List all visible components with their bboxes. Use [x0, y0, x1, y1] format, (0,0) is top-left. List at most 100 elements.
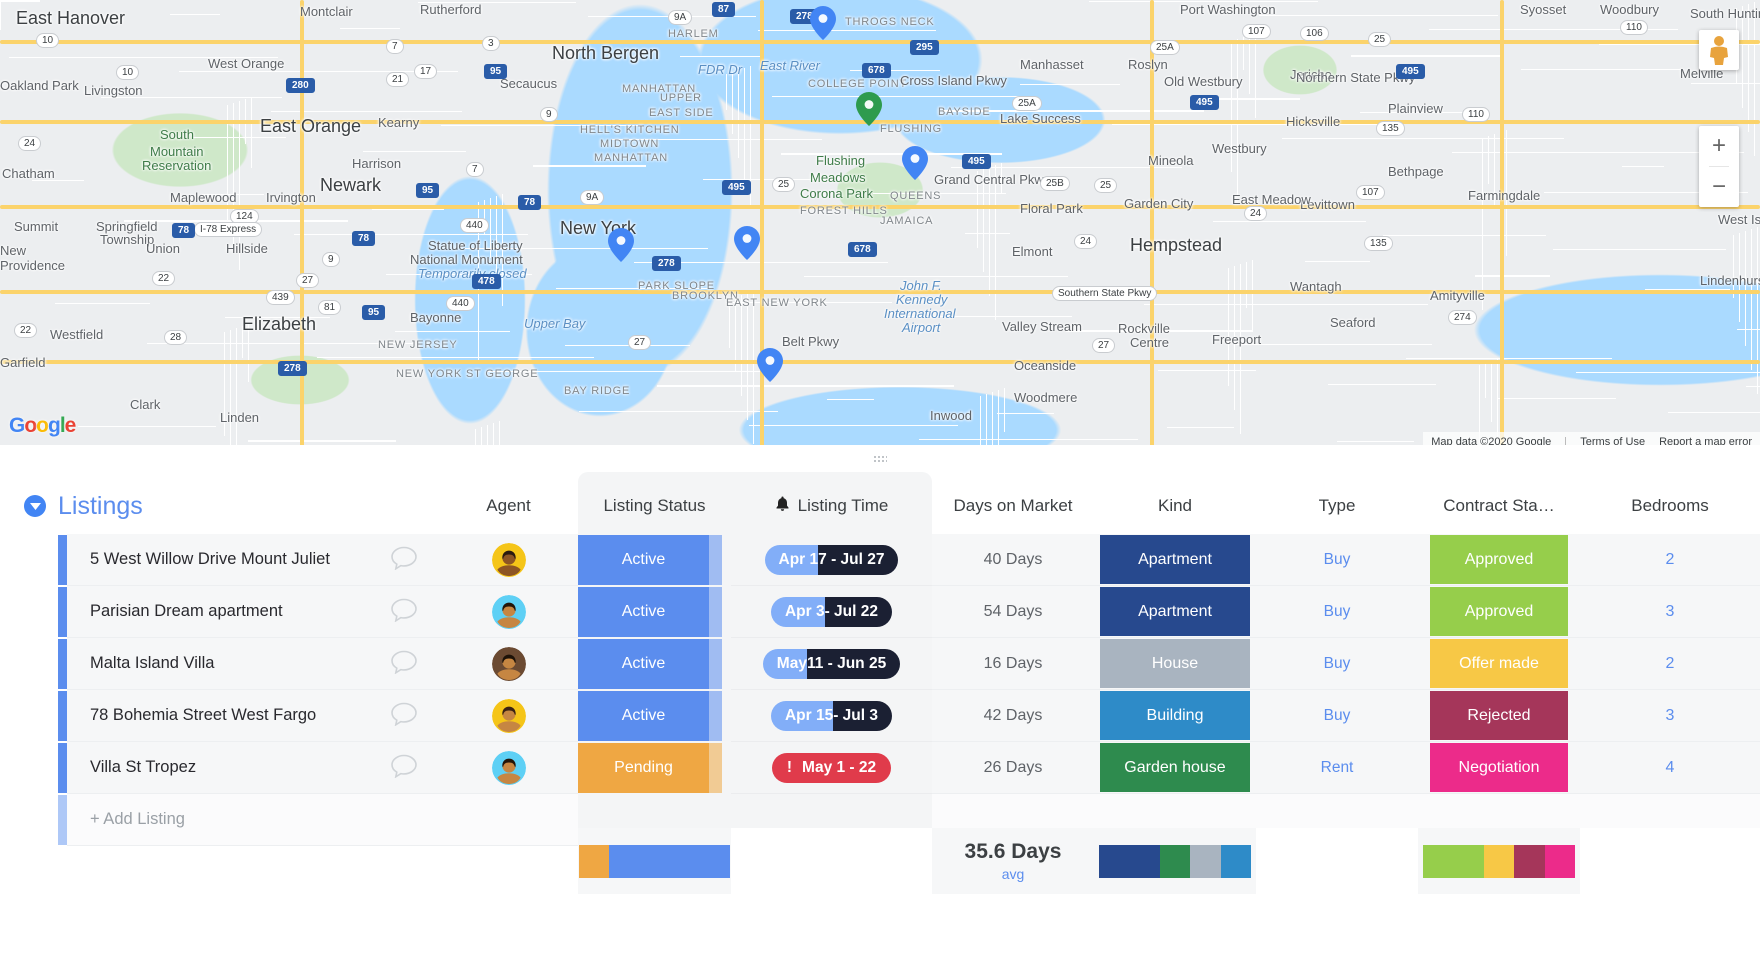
- column-header-contract-sta[interactable]: Contract Sta…: [1418, 472, 1580, 540]
- cell-listing-time[interactable]: Apr 15 - Jul 3: [731, 690, 932, 742]
- column-header-kind[interactable]: Kind: [1094, 472, 1256, 540]
- cell-listing-status[interactable]: Active: [578, 586, 731, 638]
- map-label: Irvington: [266, 190, 316, 205]
- cell-listing-time[interactable]: Apr 1 7 - Jul 27: [731, 534, 932, 586]
- cell-bedrooms[interactable]: 4: [1580, 742, 1760, 794]
- cell-days-on-market[interactable]: 26 Days: [932, 742, 1094, 794]
- map-label: NEW YORK: [396, 368, 463, 380]
- cell-kind[interactable]: Apartment: [1094, 586, 1256, 638]
- comment-bubble-icon[interactable]: [391, 754, 417, 782]
- map-label: Corona Park: [800, 186, 873, 201]
- cell-agent[interactable]: [439, 638, 578, 690]
- cell-days-on-market[interactable]: 42 Days: [932, 690, 1094, 742]
- cell-bedrooms[interactable]: 2: [1580, 638, 1760, 690]
- table-row[interactable]: Parisian Dream apartment Active Apr 3 - …: [0, 586, 1760, 638]
- map-label: Bethpage: [1388, 164, 1444, 179]
- listing-time-pill[interactable]: Apr 1 7 - Jul 27: [764, 544, 899, 575]
- cell-listing-status[interactable]: Active: [578, 638, 731, 690]
- map-label: Secaucus: [500, 76, 558, 91]
- map-label: Cross Island Pkwy: [900, 73, 1007, 88]
- column-header-listing-time[interactable]: Listing Time: [731, 472, 932, 540]
- zoom-out-button[interactable]: −: [1699, 167, 1739, 207]
- google-logo: Google: [9, 414, 76, 437]
- cell-type[interactable]: Buy: [1256, 690, 1418, 742]
- cell-contract-status[interactable]: Negotiation: [1418, 742, 1580, 794]
- cell-days-on-market[interactable]: 16 Days: [932, 638, 1094, 690]
- map-pin-marker[interactable]: [810, 6, 836, 40]
- cell-contract-status[interactable]: Approved: [1418, 586, 1580, 638]
- cell-type[interactable]: Buy: [1256, 638, 1418, 690]
- avatar[interactable]: [491, 594, 526, 629]
- cell-agent[interactable]: [439, 690, 578, 742]
- avatar[interactable]: [491, 542, 526, 577]
- column-header-days-on-market[interactable]: Days on Market: [932, 472, 1094, 540]
- map-pin-marker[interactable]: [608, 228, 634, 262]
- map-label: EAST SIDE: [649, 107, 714, 119]
- cell-agent[interactable]: [439, 534, 578, 586]
- column-header-listing-status[interactable]: Listing Status: [578, 472, 731, 540]
- map-pin-marker[interactable]: [734, 226, 760, 260]
- avatar[interactable]: [491, 750, 526, 785]
- cell-days-on-market[interactable]: 40 Days: [932, 534, 1094, 586]
- column-header-agent[interactable]: Agent: [439, 472, 578, 540]
- listing-time-pill[interactable]: May 11 - Jun 25: [762, 648, 901, 679]
- listing-time-pill[interactable]: Apr 3 - Jul 22: [770, 596, 893, 627]
- map-label: Newark: [320, 175, 382, 195]
- cell-listing-time[interactable]: May 11 - Jun 25: [731, 638, 932, 690]
- cell-agent[interactable]: [439, 742, 578, 794]
- cell-listing-name[interactable]: Villa St Tropez: [67, 742, 439, 794]
- cell-days-on-market[interactable]: 54 Days: [932, 586, 1094, 638]
- avatar[interactable]: [491, 698, 526, 733]
- cell-type[interactable]: Rent: [1256, 742, 1418, 794]
- listing-time-remaining: 11 - Jun 25: [806, 648, 901, 679]
- cell-contract-status[interactable]: Rejected: [1418, 690, 1580, 742]
- avatar[interactable]: [491, 646, 526, 681]
- map-table-resize-handle[interactable]: [0, 452, 1760, 466]
- cell-kind[interactable]: Apartment: [1094, 534, 1256, 586]
- cell-contract-status[interactable]: Approved: [1418, 534, 1580, 586]
- map-panel[interactable]: East Hanover Montclair Rutherford Port Wash…: [0, 0, 1760, 452]
- street-view-pegman-icon[interactable]: [1699, 30, 1739, 70]
- map-zoom-controls[interactable]: + −: [1699, 126, 1739, 207]
- table-summary-row: 35.6 Days avg: [0, 828, 1760, 894]
- cell-listing-name[interactable]: 78 Bohemia Street West Fargo: [67, 690, 439, 742]
- table-row[interactable]: Malta Island Villa Active May 11 - Jun 2…: [0, 638, 1760, 690]
- comment-bubble-icon[interactable]: [391, 702, 417, 730]
- cell-bedrooms[interactable]: 2: [1580, 534, 1760, 586]
- cell-type[interactable]: Buy: [1256, 534, 1418, 586]
- cell-listing-name[interactable]: 5 West Willow Drive Mount Juliet: [67, 534, 439, 586]
- zoom-in-button[interactable]: +: [1699, 126, 1739, 166]
- comment-bubble-icon[interactable]: [391, 546, 417, 574]
- cell-listing-name[interactable]: Parisian Dream apartment: [67, 586, 439, 638]
- listing-time-pill[interactable]: ! May 1 - 22: [771, 752, 892, 783]
- cell-kind[interactable]: Building: [1094, 690, 1256, 742]
- type-label: Buy: [1323, 550, 1351, 568]
- cell-agent[interactable]: [439, 586, 578, 638]
- cell-listing-name[interactable]: Malta Island Villa: [67, 638, 439, 690]
- column-header-bedrooms[interactable]: Bedrooms: [1580, 472, 1760, 540]
- cell-listing-status[interactable]: Active: [578, 690, 731, 742]
- table-row[interactable]: 5 West Willow Drive Mount Juliet Active …: [0, 534, 1760, 586]
- route-shield: 27: [296, 273, 320, 288]
- table-row[interactable]: 78 Bohemia Street West Fargo Active Apr …: [0, 690, 1760, 742]
- route-shield: 107: [1242, 24, 1271, 39]
- cell-kind[interactable]: House: [1094, 638, 1256, 690]
- column-header-type[interactable]: Type: [1256, 472, 1418, 540]
- listing-time-pill[interactable]: Apr 15 - Jul 3: [770, 700, 893, 731]
- cell-contract-status[interactable]: Offer made: [1418, 638, 1580, 690]
- map-pin-marker[interactable]: [856, 92, 882, 126]
- comment-bubble-icon[interactable]: [391, 598, 417, 626]
- cell-type[interactable]: Buy: [1256, 586, 1418, 638]
- cell-listing-status[interactable]: Pending: [578, 742, 731, 794]
- cell-listing-time[interactable]: ! May 1 - 22: [731, 742, 932, 794]
- cell-kind[interactable]: Garden house: [1094, 742, 1256, 794]
- table-row[interactable]: Villa St Tropez Pending ! May 1 - 22 26 …: [0, 742, 1760, 794]
- cell-listing-time[interactable]: Apr 3 - Jul 22: [731, 586, 932, 638]
- map-label: Lindenhurst: [1700, 273, 1760, 288]
- cell-bedrooms[interactable]: 3: [1580, 586, 1760, 638]
- map-pin-marker[interactable]: [757, 348, 783, 382]
- map-pin-marker[interactable]: [902, 146, 928, 180]
- cell-listing-status[interactable]: Active: [578, 534, 731, 586]
- comment-bubble-icon[interactable]: [391, 650, 417, 678]
- cell-bedrooms[interactable]: 3: [1580, 690, 1760, 742]
